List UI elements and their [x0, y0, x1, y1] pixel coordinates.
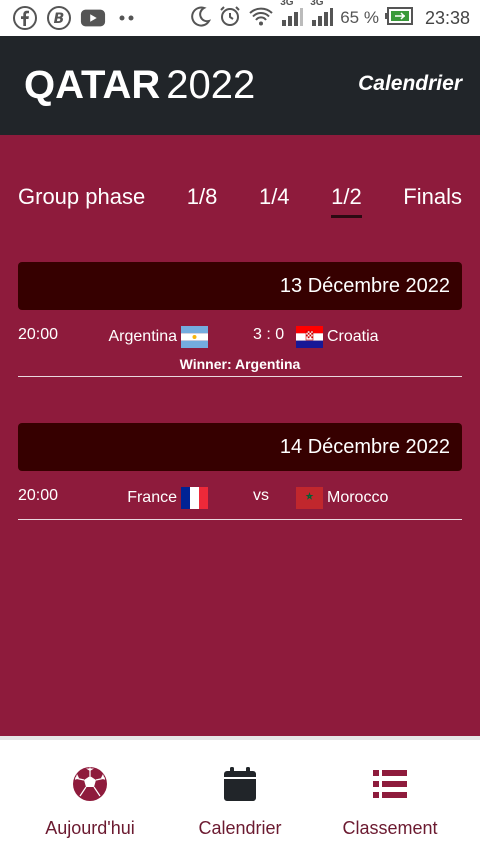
away-team: Croatia — [296, 326, 379, 348]
tab-quarter-finals[interactable]: 1/4 — [259, 184, 290, 210]
divider — [18, 376, 462, 377]
away-team: Morocco — [296, 487, 388, 509]
tab-finals[interactable]: Finals — [403, 184, 462, 210]
signal-icon-2: 3G — [310, 0, 334, 32]
match-row[interactable]: 20:00 France vs Morocco — [18, 471, 462, 519]
brand-logo: QATAR 2022 — [24, 62, 255, 108]
nav-today[interactable]: Aujourd'hui — [10, 740, 170, 854]
moon-icon — [190, 5, 212, 32]
more-dots-icon — [114, 5, 140, 31]
phase-tabs: Group phase 1/8 1/4 1/2 Finals — [18, 184, 462, 218]
svg-text:B: B — [54, 11, 65, 27]
battery-charging-icon — [384, 6, 415, 31]
match-score: vs — [253, 487, 269, 504]
nav-label: Calendrier — [198, 818, 282, 838]
match-score: 3 : 0 — [253, 326, 285, 343]
croatia-flag-icon — [296, 326, 323, 348]
nav-standings[interactable]: Classement — [310, 740, 470, 854]
nav-label: Aujourd'hui — [45, 818, 135, 838]
match-time: 20:00 — [18, 487, 59, 504]
away-team-name: Morocco — [327, 489, 389, 506]
home-team-name: France — [127, 489, 177, 506]
tab-semi-finals[interactable]: 1/2 — [331, 184, 362, 218]
facebook-icon — [12, 5, 38, 31]
calendar-icon — [224, 767, 256, 801]
away-team-name: Croatia — [327, 328, 379, 345]
page-title: Calendrier — [358, 72, 462, 95]
france-flag-icon — [181, 487, 208, 509]
morocco-flag-icon — [296, 487, 323, 509]
youtube-icon — [80, 5, 106, 31]
bottom-navigation: Aujourd'hui Calendrier Classement — [0, 736, 480, 854]
match-row[interactable]: 20:00 Argentina 3 : 0 Croatia — [18, 310, 462, 358]
match-day: 14 Décembre 2022 20:00 France vs Morocco — [18, 423, 462, 520]
soccer-ball-icon — [73, 767, 107, 801]
match-day: 13 Décembre 2022 20:00 Argentina 3 : 0 C… — [18, 262, 462, 377]
nav-label: Classement — [342, 818, 438, 838]
bitcoin-icon: B — [46, 5, 72, 31]
network-type-label: 3G — [280, 0, 294, 8]
day-header: 14 Décembre 2022 — [18, 423, 462, 471]
tab-group-phase[interactable]: Group phase — [18, 184, 145, 210]
match-time: 20:00 — [18, 326, 59, 343]
status-bar: B 3G 3G 65 % 23:38 — [0, 0, 480, 36]
divider — [18, 519, 462, 520]
day-header: 13 Décembre 2022 — [18, 262, 462, 310]
home-team: France — [127, 487, 208, 509]
app-header: QATAR 2022 Calendrier — [0, 36, 480, 135]
signal-icon-1: 3G — [280, 0, 304, 32]
brand-year: 2022 — [166, 63, 256, 107]
wifi-icon — [248, 5, 274, 32]
battery-percent: 65 % — [340, 8, 379, 27]
nav-calendar[interactable]: Calendrier — [160, 740, 320, 854]
brand-name: QATAR — [24, 63, 161, 107]
network-type-label: 3G — [310, 0, 324, 8]
alarm-icon — [218, 4, 242, 33]
home-team-name: Argentina — [108, 328, 178, 345]
winner-label: Winner: Argentina — [179, 356, 301, 372]
clock: 23:38 — [424, 7, 470, 28]
argentina-flag-icon — [181, 326, 208, 348]
home-team: Argentina — [108, 326, 208, 348]
tab-round-of-16[interactable]: 1/8 — [187, 184, 218, 210]
list-icon — [373, 770, 407, 798]
